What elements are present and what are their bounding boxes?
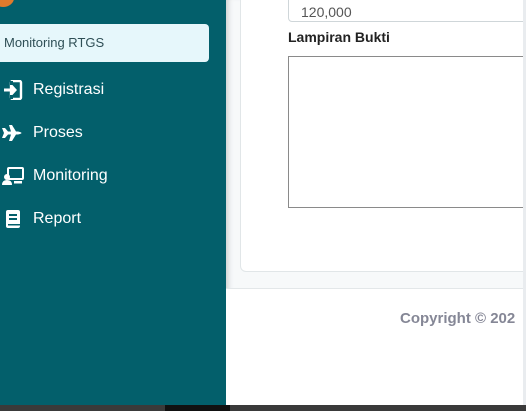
sign-in-icon (2, 79, 24, 101)
sidebar-item-report[interactable]: Report (0, 204, 226, 234)
plane-icon (2, 123, 24, 143)
monitor-user-icon (2, 166, 24, 186)
amount-input[interactable]: 120,000 (288, 0, 526, 22)
footer: Copyright © 202 (226, 288, 526, 405)
taskbar (0, 405, 526, 411)
sidebar-subitem-monitoring-rtgs[interactable]: Monitoring RTGS (0, 24, 209, 62)
main-content: 120,000 Lampiran Bukti Copyright © 202 (226, 0, 526, 405)
amount-value: 120,000 (301, 4, 352, 20)
sidebar-item-label: Registrasi (33, 81, 105, 98)
sidebar-item-registrasi[interactable]: Registrasi (0, 75, 226, 105)
sidebar-item-label: Monitoring (33, 167, 108, 184)
sidebar-item-label: Report (33, 210, 82, 227)
logo-icon (0, 0, 14, 7)
sidebar-item-proses[interactable]: Proses (0, 118, 226, 148)
sidebar-item-monitoring[interactable]: Monitoring (0, 161, 226, 191)
book-icon (2, 209, 24, 229)
copyright-text: Copyright © 202 (400, 310, 516, 327)
sidebar-item-label: Proses (33, 124, 83, 141)
taskbar-segment[interactable] (165, 405, 230, 411)
attachment-label: Lampiran Bukti (288, 29, 390, 45)
attachment-box[interactable] (288, 56, 526, 208)
sidebar-subitem-label: Monitoring RTGS (4, 35, 105, 50)
sidebar: Monitoring RTGS Registrasi Proses Monito… (0, 0, 226, 405)
